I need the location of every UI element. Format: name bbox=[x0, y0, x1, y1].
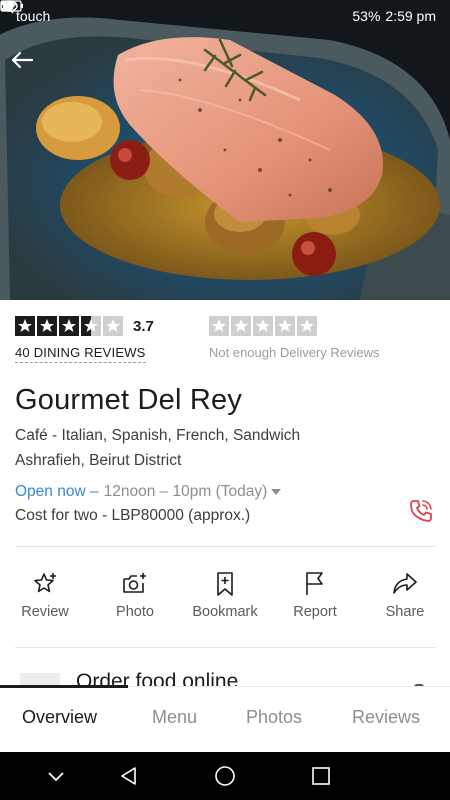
delivery-reviews-note: Not enough Delivery Reviews bbox=[209, 345, 380, 360]
restaurant-locality: Ashrafieh, Beirut District bbox=[15, 452, 182, 469]
star-empty-icon bbox=[209, 316, 229, 336]
delivery-stars bbox=[209, 314, 380, 338]
dining-reviews-count: 40 bbox=[15, 345, 30, 360]
open-status: Open now – bbox=[15, 483, 99, 500]
restaurant-hero-photo[interactable]: touch 53% 2:59 pm bbox=[0, 0, 450, 300]
tab-reviews[interactable]: Reviews bbox=[352, 707, 420, 728]
action-label: Photo bbox=[116, 604, 154, 620]
dining-reviews-label: DINING REVIEWS bbox=[33, 345, 146, 360]
bookmark-action-button[interactable]: Bookmark bbox=[180, 570, 270, 630]
star-filled-icon bbox=[37, 316, 57, 336]
report-action-button[interactable]: Report bbox=[270, 570, 360, 630]
restaurant-name: Gourmet Del Rey bbox=[15, 384, 243, 416]
dining-rating-value: 3.7 bbox=[133, 317, 154, 335]
clock: 2:59 pm bbox=[385, 8, 436, 24]
square-recents-icon bbox=[312, 767, 330, 785]
salmon-dish-illustration bbox=[0, 0, 450, 300]
action-label: Bookmark bbox=[192, 604, 258, 620]
back-button[interactable] bbox=[10, 50, 42, 82]
chevron-down-icon bbox=[48, 772, 64, 782]
nav-home-button[interactable] bbox=[213, 764, 237, 788]
review-action-button[interactable]: Review bbox=[0, 570, 90, 630]
tab-photos[interactable]: Photos bbox=[246, 707, 302, 728]
action-label: Share bbox=[385, 604, 425, 620]
opening-hours-toggle[interactable]: Open now – 12noon – 10pm (Today) bbox=[15, 483, 282, 501]
system-navigation-bar bbox=[0, 752, 450, 800]
status-bar: touch 53% 2:59 pm bbox=[0, 0, 450, 32]
ratings-section: 3.7 40 DINING REVIEWS Not enough Deliver… bbox=[15, 314, 435, 366]
star-plus-icon bbox=[34, 573, 56, 593]
opening-hours: 12noon – 10pm (Today) bbox=[103, 483, 268, 500]
photo-action-button[interactable]: Photo bbox=[90, 570, 180, 630]
star-empty-icon bbox=[231, 316, 251, 336]
dining-stars: 3.7 bbox=[15, 314, 154, 338]
circle-home-icon bbox=[215, 766, 235, 786]
section-divider bbox=[15, 546, 435, 547]
caret-down-icon bbox=[271, 489, 282, 495]
call-button[interactable] bbox=[405, 495, 437, 527]
section-divider bbox=[15, 647, 435, 648]
back-arrow-icon bbox=[11, 51, 34, 69]
active-tab-indicator bbox=[0, 685, 128, 688]
triangle-back-icon bbox=[121, 767, 136, 785]
tab-menu[interactable]: Menu bbox=[152, 707, 197, 728]
battery-icon bbox=[0, 0, 23, 12]
tab-overview[interactable]: Overview bbox=[22, 707, 97, 728]
restaurant-cuisines: Café - Italian, Spanish, French, Sandwic… bbox=[15, 427, 301, 444]
star-empty-icon bbox=[297, 316, 317, 336]
star-filled-icon bbox=[15, 316, 35, 336]
star-empty-icon bbox=[103, 316, 123, 336]
star-empty-icon bbox=[253, 316, 273, 336]
share-action-button[interactable]: Share bbox=[360, 570, 450, 630]
action-bar: Review Photo Bookmark Report Share bbox=[0, 570, 450, 630]
battery-percent: 53% bbox=[352, 8, 381, 24]
section-tabs: Overview Menu Photos Reviews bbox=[0, 685, 450, 752]
nav-recents-button[interactable] bbox=[309, 764, 333, 788]
action-label: Report bbox=[293, 604, 337, 620]
bookmark-plus-icon bbox=[217, 572, 233, 596]
star-filled-icon bbox=[59, 316, 79, 336]
star-half-icon bbox=[81, 316, 101, 336]
action-label: Review bbox=[21, 604, 69, 620]
cost-for-two: Cost for two - LBP80000 (approx.) bbox=[15, 507, 251, 524]
flag-icon bbox=[306, 572, 323, 595]
nav-back-button[interactable] bbox=[117, 764, 141, 788]
share-arrow-icon bbox=[393, 573, 417, 594]
star-empty-icon bbox=[275, 316, 295, 336]
camera-plus-icon bbox=[123, 573, 146, 593]
dining-reviews-link[interactable]: 40 DINING REVIEWS bbox=[15, 345, 146, 363]
delivery-rating: Not enough Delivery Reviews bbox=[209, 314, 380, 360]
dining-rating[interactable]: 3.7 40 DINING REVIEWS bbox=[15, 314, 154, 363]
hide-nav-button[interactable] bbox=[44, 764, 68, 788]
phone-call-icon bbox=[410, 500, 432, 522]
